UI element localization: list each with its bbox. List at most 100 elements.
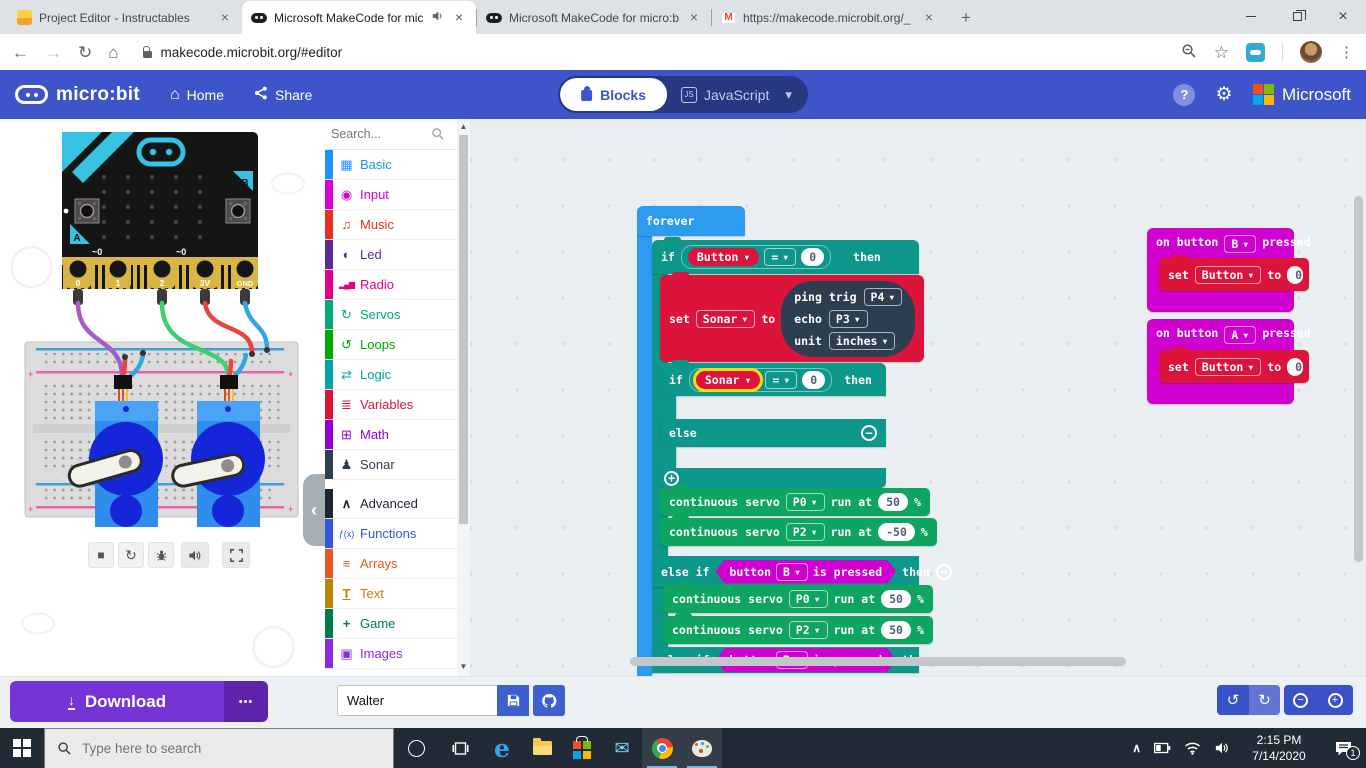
variable-dropdown[interactable]: Sonar ▾ — [695, 309, 756, 328]
block-sonar-ping[interactable]: ping trig P4 ▾ echo P3 ▾ unit inches ▾ — [781, 280, 916, 357]
workspace-vertical-scrollbar[interactable] — [1354, 196, 1363, 562]
collapse-minus-icon[interactable]: − — [861, 425, 877, 441]
toolbox-category-input[interactable]: ◉ Input — [325, 180, 457, 210]
tab-blocks[interactable]: Blocks — [560, 78, 668, 111]
tab-makecode-active[interactable]: Microsoft MakeCode for mic × — [242, 1, 476, 34]
sim-fullscreen-button[interactable] — [222, 542, 250, 568]
url-text[interactable]: makecode.microbit.org/#editor — [161, 45, 343, 60]
start-button[interactable] — [0, 728, 44, 768]
toolbox-category-variables[interactable]: ≣ Variables — [325, 390, 457, 420]
number-value[interactable]: 0 — [801, 248, 825, 266]
undo-button[interactable]: ↺ — [1217, 685, 1249, 715]
toolbox-category-advanced[interactable]: ∧ Advanced — [325, 489, 457, 519]
toolbox-category-radio[interactable]: ▂▄▆ Radio — [325, 270, 457, 300]
download-more-button[interactable]: ••• — [224, 681, 268, 722]
back-icon[interactable]: ← — [12, 44, 29, 61]
toolbox-category-logic[interactable]: ⇄ Logic — [325, 360, 457, 390]
zoom-out-button[interactable]: − — [1284, 685, 1317, 715]
blocks-workspace[interactable]: forever if Button ▾ = ▾ 0 then set Sonar… — [470, 119, 1366, 676]
toolbox-category-functions[interactable]: ƒ(x) Functions — [325, 519, 457, 549]
profile-avatar[interactable] — [1300, 41, 1322, 63]
sim-stop-button[interactable]: ■ — [88, 542, 114, 568]
toolbox-category-basic[interactable]: ▦ Basic — [325, 150, 457, 180]
tab-instructables[interactable]: Project Editor - Instructables × — [8, 1, 242, 34]
block-else-row[interactable]: else − — [660, 419, 886, 447]
url-box[interactable]: makecode.microbit.org/#editor — [135, 45, 1165, 60]
task-view-button[interactable] — [438, 728, 482, 768]
pin-dropdown[interactable]: P2 ▾ — [785, 523, 825, 541]
block-inner-if-header[interactable]: if Sonar ▾ = ▾ 0 then — [660, 360, 886, 396]
number-value[interactable]: 0 — [1287, 265, 1304, 284]
toolbox-category-arrays[interactable]: ≡ Arrays — [325, 549, 457, 579]
button-dropdown[interactable]: B▾ — [776, 563, 808, 581]
battery-icon[interactable] — [1154, 742, 1171, 754]
variable-dropdown[interactable]: Button ▾ — [1194, 357, 1262, 376]
button-b[interactable] — [225, 198, 270, 224]
taskbar-file-explorer[interactable] — [522, 728, 562, 768]
sim-restart-button[interactable]: ↻ — [118, 542, 144, 568]
block-set-button-b[interactable]: set Button ▾ to 0 — [1159, 255, 1309, 291]
operator-dropdown[interactable]: = ▾ — [764, 248, 797, 266]
tab-javascript[interactable]: JS JavaScript — [667, 86, 783, 103]
tab-close-icon[interactable]: × — [686, 9, 702, 26]
button-dropdown[interactable]: B▾ — [1224, 235, 1257, 253]
gear-icon[interactable]: ⚙ — [1215, 83, 1232, 106]
toolbox-category-servos[interactable]: ↻ Servos — [325, 300, 457, 330]
microsoft-logo[interactable]: Microsoft — [1252, 83, 1351, 106]
comparison-slot[interactable]: Button ▾ = ▾ 0 — [680, 245, 832, 269]
toolbox-search-input[interactable] — [331, 127, 427, 141]
toolbox-category-loops[interactable]: ↺ Loops — [325, 330, 457, 360]
taskbar-edge[interactable]: e — [482, 728, 522, 768]
window-close-button[interactable]: × — [1320, 0, 1366, 33]
home-button[interactable]: ⌂ Home — [170, 86, 224, 104]
tab-audio-icon[interactable] — [432, 10, 444, 25]
block-continuous-servo-2[interactable]: continuous servo P2 ▾ run at -50 % — [660, 515, 937, 546]
volume-icon[interactable] — [1214, 741, 1230, 755]
action-center-button[interactable]: 1 — [1328, 741, 1360, 760]
block-continuous-servo-1[interactable]: continuous servo P0 ▾ run at 50 % — [660, 485, 930, 516]
block-forever-spine[interactable] — [637, 234, 652, 676]
redo-button[interactable]: ↻ — [1249, 685, 1280, 715]
zoom-glass-icon[interactable] — [1181, 43, 1197, 62]
toolbox-category-led[interactable]: ◐ Led — [325, 240, 457, 270]
number-value[interactable]: 50 — [878, 493, 908, 511]
unit-dropdown[interactable]: inches ▾ — [828, 331, 896, 350]
block-continuous-servo-3[interactable]: continuous servo P0 ▾ run at 50 % — [663, 582, 933, 613]
block-else-if-row[interactable]: else if button B ▾ is pressed then − — [652, 556, 952, 587]
collapse-minus-icon[interactable]: − — [935, 563, 952, 580]
download-button-main[interactable]: ↓ Download — [10, 681, 224, 722]
tab-gmail-url[interactable]: M https://makecode.microbit.org/_ × — [712, 1, 946, 34]
extension-icon[interactable] — [1246, 42, 1265, 62]
taskbar-clock[interactable]: 2:15 PM 7/14/2020 — [1243, 732, 1315, 764]
save-button[interactable] — [497, 685, 529, 716]
toolbox-scrollbar-thumb[interactable] — [459, 135, 468, 524]
simulator-collapse-button[interactable]: ‹ — [303, 474, 325, 546]
block-inner-if-spine[interactable] — [660, 396, 676, 419]
toolbox-category-images[interactable]: ▣ Images — [325, 639, 457, 669]
window-restore-button[interactable] — [1274, 0, 1320, 33]
taskbar-paint-active[interactable] — [682, 728, 722, 768]
microbit-logo[interactable]: micro:bit — [15, 84, 140, 106]
number-value[interactable]: 50 — [881, 590, 911, 608]
tab-close-icon[interactable]: × — [921, 9, 937, 26]
tab-close-icon[interactable]: × — [217, 9, 233, 26]
block-if-header[interactable]: if Button ▾ = ▾ 0 then — [652, 237, 919, 274]
sim-volume-button[interactable] — [181, 542, 209, 568]
block-inner-if-spine-2[interactable] — [660, 447, 676, 468]
toolbox-category-text[interactable]: T Text — [325, 579, 457, 609]
toolbox-category-sonar[interactable]: ♟ Sonar — [325, 450, 457, 480]
toolbox-search[interactable] — [325, 119, 457, 150]
button-pressed-condition[interactable]: button B▾ is pressed — [715, 560, 896, 584]
taskbar-search[interactable] — [44, 728, 394, 768]
variable-button-pill[interactable]: Button ▾ — [687, 248, 760, 266]
variable-sonar-pill-highlighted[interactable]: Sonar ▾ — [695, 370, 761, 389]
share-button[interactable]: Share — [254, 86, 312, 103]
toolbox-category-music[interactable]: ♫ Music — [325, 210, 457, 240]
toolbox-category-math[interactable]: ⊞ Math — [325, 420, 457, 450]
toolbox-category-game[interactable]: + Game — [325, 609, 457, 639]
expand-plus-icon[interactable]: + — [664, 470, 679, 486]
download-button[interactable]: ↓ Download ••• — [10, 681, 268, 722]
number-value[interactable]: 0 — [1287, 357, 1304, 376]
tray-chevron-icon[interactable]: ∧ — [1132, 741, 1141, 755]
browser-home-icon[interactable]: ⌂ — [108, 44, 118, 61]
